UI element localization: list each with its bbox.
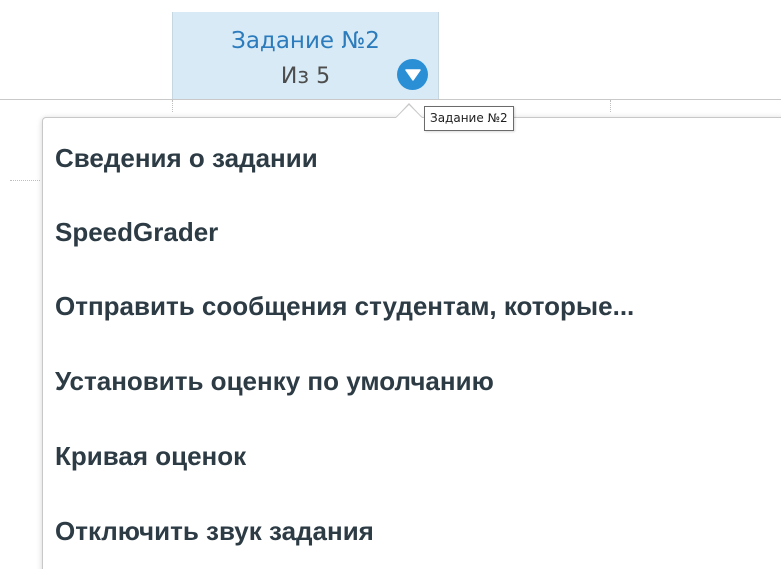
menu-item-speedgrader[interactable]: SpeedGrader xyxy=(55,217,218,247)
header-divider xyxy=(0,99,781,100)
menu-item-message-students[interactable]: Отправить сообщения студентам, которые..… xyxy=(55,291,634,321)
menu-item-set-default-grade[interactable]: Установить оценку по умолчанию xyxy=(55,366,494,396)
menu-item-assignment-details[interactable]: Сведения о задании xyxy=(55,143,318,173)
assignment-title[interactable]: Задание №2 xyxy=(173,28,438,54)
menu-caret-fill xyxy=(396,105,422,118)
column-options-button[interactable] xyxy=(397,59,428,90)
menu-item-mute-assignment[interactable]: Отключить звук задания xyxy=(55,516,374,546)
chevron-down-icon xyxy=(404,68,421,81)
gradebook-view: Задание №2 Из 5 Сведения о задании Speed… xyxy=(0,0,781,569)
column-divider xyxy=(610,100,611,112)
column-divider xyxy=(172,100,173,112)
assignment-column-header[interactable]: Задание №2 Из 5 xyxy=(172,12,439,99)
column-options-menu: Сведения о задании SpeedGrader Отправить… xyxy=(42,117,781,569)
tooltip: Задание №2 xyxy=(424,106,514,131)
row-divider xyxy=(10,180,40,181)
menu-item-curve-grades[interactable]: Кривая оценок xyxy=(55,441,246,471)
